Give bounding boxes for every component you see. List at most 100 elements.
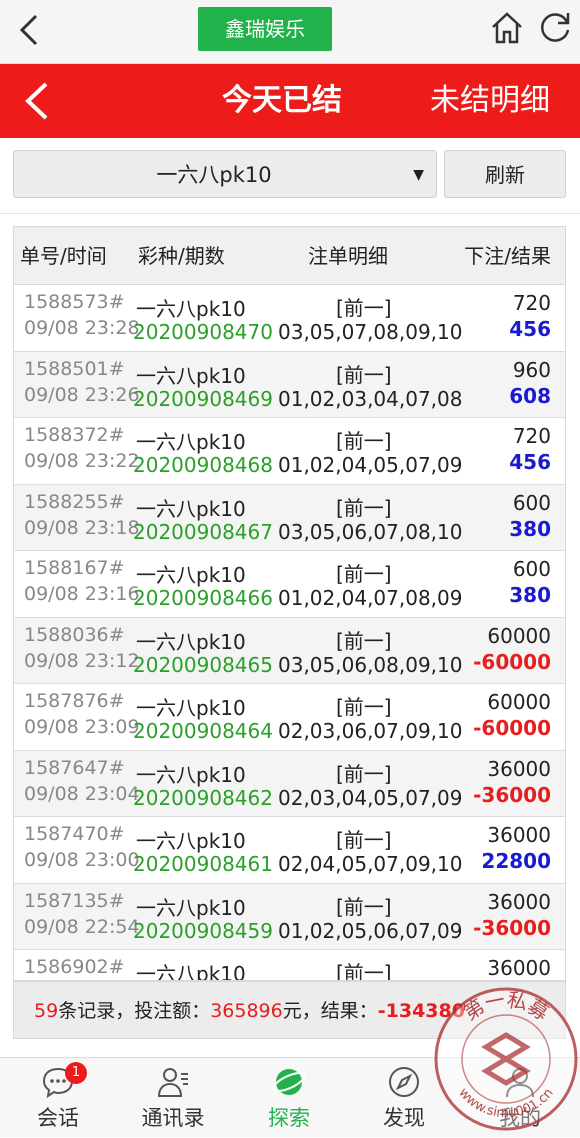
nav-item-explore[interactable]: 探索 — [239, 1058, 339, 1138]
summary-result: -134380 — [377, 1000, 465, 1022]
nav-label-contacts: 通讯录 — [141, 1106, 205, 1130]
column-header-order: 单号/时间 — [20, 244, 107, 268]
nav-item-contacts[interactable]: 通讯录 — [123, 1058, 223, 1138]
tab-unsettled-details[interactable]: 未结明细 — [430, 64, 550, 138]
order-time: 09/08 23:04 — [24, 782, 140, 805]
lottery-name: 一六八pk10 — [136, 363, 246, 388]
bet-result: -60000 — [473, 716, 551, 740]
bet-numbers: 03,05,06,08,09,10 — [278, 652, 463, 677]
bet-amount: 60000 — [487, 690, 551, 714]
summary-count-suffix: 条记录，投注额： — [58, 1000, 211, 1022]
table-row[interactable]: 1588167# 09/08 23:16 一六八pk10 20200908466 [前一… — [14, 551, 565, 618]
play-type: [前一] — [336, 961, 392, 981]
bet-result: -36000 — [473, 915, 551, 940]
issue-number: 20200908466 — [133, 586, 273, 610]
play-type: [前一] — [336, 695, 392, 719]
table-row[interactable]: 1588036# 09/08 23:12 一六八pk10 20200908465 [前一… — [14, 617, 565, 684]
bet-numbers: 01,02,04,07,08,09 — [278, 586, 463, 610]
filter-bar: 一六八pk10 ▼ 刷新 — [0, 138, 580, 214]
issue-number: 20200908468 — [133, 453, 273, 477]
order-number: 1587647# — [24, 756, 125, 779]
lottery-name: 一六八pk10 — [136, 895, 246, 920]
order-number: 1588501# — [24, 357, 125, 380]
order-number: 1588036# — [24, 623, 125, 646]
order-number: 1586902# — [24, 956, 125, 978]
header-back-icon[interactable] — [20, 76, 54, 126]
lottery-select[interactable]: 一六八pk10 ▼ — [13, 150, 437, 198]
contacts-icon — [157, 1068, 188, 1097]
column-header-detail: 注单明细 — [308, 244, 388, 268]
issue-number: 20200908464 — [133, 719, 273, 743]
page-header: 今天已结 未结明细 — [0, 64, 580, 138]
table-row[interactable]: 1588372# 09/08 23:22 一六八pk10 20200908468 [前一… — [14, 418, 565, 485]
play-type: [前一] — [336, 495, 392, 520]
nav-item-discover[interactable]: 发现 — [354, 1058, 454, 1138]
table-row[interactable]: 1586902# 一六八pk10 [前一] 36000 — [14, 950, 565, 981]
bet-numbers: 01,02,03,04,07,08 — [278, 386, 463, 411]
column-header-lottery: 彩种/期数 — [138, 244, 225, 268]
bet-numbers: 01,02,04,05,07,09 — [278, 453, 463, 477]
table-row[interactable]: 1588255# 09/08 23:18 一六八pk10 20200908467 [前一… — [14, 484, 565, 551]
summary-amount: 365896 — [210, 1000, 283, 1022]
planet-icon — [272, 1069, 306, 1095]
nav-label-discover: 发现 — [383, 1106, 425, 1130]
lottery-name: 一六八pk10 — [136, 496, 246, 521]
table-header: 单号/时间 彩种/期数 注单明细 下注/结果 — [14, 227, 565, 285]
issue-number: 20200908467 — [133, 519, 273, 544]
bet-amount: 36000 — [487, 756, 551, 781]
top-app-bar: 鑫瑞娱乐 — [0, 0, 580, 64]
table-row[interactable]: 1587647# 09/08 23:04 一六八pk10 20200908462 [前一… — [14, 750, 565, 817]
brand-button[interactable]: 鑫瑞娱乐 — [198, 7, 332, 51]
table-row[interactable]: 1587135# 09/08 22:54 一六八pk10 20200908459 [前一… — [14, 883, 565, 950]
bet-numbers: 02,03,06,07,09,10 — [278, 719, 463, 743]
play-type: [前一] — [336, 562, 392, 586]
bet-amount: 600 — [512, 557, 551, 581]
back-arrow-icon[interactable] — [10, 10, 50, 50]
bet-result: 608 — [509, 383, 551, 408]
table-row[interactable]: 1587876# 09/08 23:09 一六八pk10 20200908464 [前一… — [14, 684, 565, 751]
bet-amount: 960 — [512, 357, 551, 382]
order-time: 09/08 23:18 — [24, 516, 140, 539]
profile-icon — [506, 1068, 534, 1098]
order-number: 1587135# — [24, 889, 125, 912]
refresh-button[interactable]: 刷新 — [444, 150, 566, 198]
order-time: 09/08 23:00 — [24, 849, 140, 871]
lottery-name: 一六八pk10 — [136, 962, 246, 981]
issue-number: 20200908461 — [133, 852, 273, 876]
bet-result: 380 — [509, 583, 551, 607]
dropdown-arrow-icon: ▼ — [413, 167, 424, 183]
bet-amount: 60000 — [487, 623, 551, 648]
nav-label-chat: 会话 — [37, 1106, 79, 1130]
bet-numbers: 03,05,06,07,08,10 — [278, 519, 463, 544]
bet-numbers: 01,02,05,06,07,09 — [278, 918, 463, 943]
nav-item-me[interactable]: 我的 — [470, 1058, 570, 1138]
issue-number: 20200908470 — [133, 320, 273, 344]
play-type: [前一] — [336, 628, 392, 653]
bet-amount: 36000 — [487, 823, 551, 847]
issue-number: 20200908462 — [133, 785, 273, 810]
lottery-name: 一六八pk10 — [136, 829, 246, 853]
nav-label-me: 我的 — [499, 1106, 541, 1130]
table-row[interactable]: 1587470# 09/08 23:00 一六八pk10 20200908461 [前一… — [14, 817, 565, 884]
reload-icon[interactable] — [536, 8, 574, 46]
bet-result: -60000 — [473, 649, 551, 674]
lottery-name: 一六八pk10 — [136, 430, 246, 454]
tab-settled-today[interactable]: 今天已结 — [222, 64, 342, 138]
table-row[interactable]: 1588573# 09/08 23:28 一六八pk10 20200908470 [前一… — [14, 285, 565, 352]
nav-item-chat[interactable]: 1 会话 — [8, 1058, 108, 1138]
table-body: 1588573# 09/08 23:28 一六八pk10 20200908470 [前一… — [14, 285, 565, 981]
bet-amount: 600 — [512, 490, 551, 515]
order-number: 1588255# — [24, 490, 125, 513]
bet-result: 380 — [509, 516, 551, 541]
bet-numbers: 03,05,07,08,09,10 — [278, 320, 463, 344]
issue-number: 20200908459 — [133, 918, 273, 943]
order-time: 09/08 23:28 — [24, 317, 140, 339]
home-icon[interactable] — [490, 10, 524, 46]
bets-table: 单号/时间 彩种/期数 注单明细 下注/结果 1588573# 09/08 23:… — [13, 226, 566, 981]
bet-result: 456 — [509, 450, 551, 474]
issue-number: 20200908469 — [133, 386, 273, 411]
bet-amount: 36000 — [487, 889, 551, 914]
summary-bar: 59条记录，投注额：365896元，结果：-134380 — [13, 981, 566, 1039]
compass-icon — [389, 1067, 419, 1097]
table-row[interactable]: 1588501# 09/08 23:26 一六八pk10 20200908469 [前一… — [14, 351, 565, 418]
